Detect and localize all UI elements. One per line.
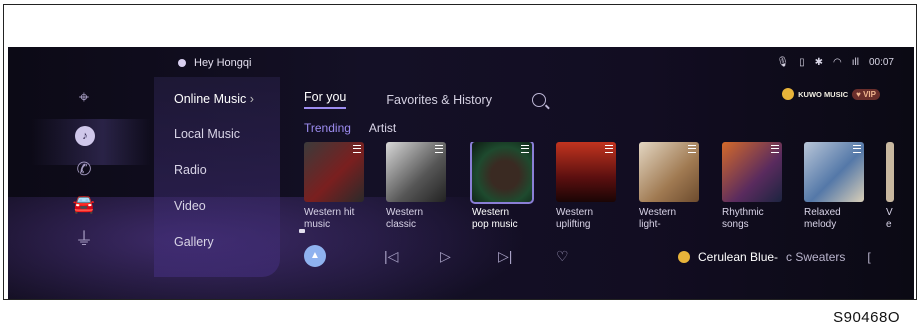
playlist-cover xyxy=(556,142,616,202)
playlist-title: Western hit music xyxy=(304,207,355,230)
menu-icon xyxy=(435,145,443,153)
figure-caption: S90468O xyxy=(833,309,900,326)
previous-icon[interactable]: |◁ xyxy=(384,248,398,265)
now-playing[interactable]: Cerulean Blue- c Sweaters [ xyxy=(678,250,871,264)
nav-item-online-music[interactable]: Online Music › xyxy=(174,92,254,106)
menu-icon xyxy=(521,145,529,153)
nav-item-gallery[interactable]: Gallery xyxy=(174,235,214,249)
playlist-card[interactable]: Ve xyxy=(886,142,914,231)
sub-tabs: Trending Artist xyxy=(304,121,396,135)
playlist-card[interactable]: Western light- xyxy=(639,142,701,231)
playlist-cover xyxy=(804,142,864,202)
playlist-card[interactable]: Rhythmic songs xyxy=(722,142,784,231)
play-icon[interactable]: ▷ xyxy=(440,248,451,265)
page-indicator xyxy=(299,229,305,233)
next-icon[interactable]: ▷| xyxy=(498,248,512,265)
left-rail: ⌖ ♪ ✆ 🚘 ⏚ xyxy=(8,47,153,299)
kuwo-brand[interactable]: KUWO MUSIC ♥ VIP xyxy=(782,88,880,100)
playlist-cover xyxy=(886,142,894,202)
playback-controls: ▲ |◁ ▷ ▷| ♡ Cerulean Blue- c Sweaters [ xyxy=(304,243,904,273)
playlist-title: Western uplifting xyxy=(556,207,594,230)
search-icon[interactable] xyxy=(531,92,546,107)
playlist-card[interactable]: Western pop music xyxy=(470,142,534,231)
playlist-card[interactable]: Western uplifting xyxy=(556,142,618,231)
main-tabs: For you Favorites & History xyxy=(304,90,546,109)
playlist-title: Relaxed melody xyxy=(804,207,841,230)
kuwo-logo-icon xyxy=(782,88,795,100)
clock: 00:07 xyxy=(868,57,894,68)
bluetooth-icon: ✱ xyxy=(814,57,823,68)
infotainment-screen: ⌖ ♪ ✆ 🚘 ⏚ Online Music › Local Music Rad… xyxy=(8,47,914,299)
voice-assistant-label[interactable]: Hey Hongqi xyxy=(178,57,251,69)
battery-icon: ▯ xyxy=(799,57,805,68)
status-bar: 🎙 ▯ ✱ ◠ ıll 00:07 xyxy=(776,57,894,68)
playlist-title: Western classic xyxy=(386,207,424,230)
kuwo-label: KUWO MUSIC xyxy=(798,89,849,99)
playlist-cover xyxy=(639,142,699,202)
phone-icon[interactable]: ✆ xyxy=(72,157,96,181)
microphone-icon: 🎙 xyxy=(776,57,790,68)
playlist-carousel: Western hit music Western classic Western p… xyxy=(304,142,914,242)
nav-panel xyxy=(154,77,280,277)
music-icon[interactable]: ♪ xyxy=(75,126,95,146)
charging-icon[interactable]: ⏚ xyxy=(72,227,96,251)
menu-icon xyxy=(853,145,861,153)
playlist-card[interactable]: Relaxed melody xyxy=(804,142,866,231)
subtab-trending[interactable]: Trending xyxy=(304,121,351,135)
playlist-cover xyxy=(304,142,364,202)
playlist-cover xyxy=(722,142,782,202)
tab-favorites-history[interactable]: Favorites & History xyxy=(386,93,492,107)
playlist-title: Western light- xyxy=(639,207,677,230)
nav-item-video[interactable]: Video xyxy=(174,199,206,213)
wifi-icon: ◠ xyxy=(833,57,842,68)
voice-assistant-button[interactable]: ▲ xyxy=(304,245,326,267)
playlist-cover xyxy=(386,142,446,202)
now-playing-next: [ xyxy=(867,250,871,264)
now-playing-artist: c Sweaters xyxy=(786,250,846,264)
navigation-icon[interactable]: ⌖ xyxy=(72,85,96,109)
media-nav: Online Music › Local Music Radio Video G… xyxy=(154,47,280,299)
playlist-title: Ve xyxy=(886,207,893,230)
assistant-logo-icon xyxy=(178,59,186,67)
playlist-card[interactable]: Western classic xyxy=(386,142,448,231)
playlist-cover xyxy=(470,142,534,204)
nav-item-radio[interactable]: Radio xyxy=(174,163,207,177)
subtab-artist[interactable]: Artist xyxy=(369,121,396,135)
menu-icon xyxy=(605,145,613,153)
favorite-heart-icon[interactable]: ♡ xyxy=(556,248,569,265)
playlist-card[interactable]: Western hit music xyxy=(304,142,366,231)
now-playing-title: Cerulean Blue- xyxy=(698,250,779,264)
playlist-title: Rhythmic songs xyxy=(722,207,764,230)
now-playing-logo-icon xyxy=(678,251,690,263)
playlist-title: Western pop music xyxy=(472,207,518,230)
car-icon[interactable]: 🚘 xyxy=(72,192,96,216)
menu-icon xyxy=(353,145,361,153)
tab-for-you[interactable]: For you xyxy=(304,90,347,109)
assistant-text: Hey Hongqi xyxy=(194,57,252,69)
menu-icon xyxy=(688,145,696,153)
nav-item-local-music[interactable]: Local Music xyxy=(174,127,240,141)
vip-badge[interactable]: ♥ VIP xyxy=(852,88,880,100)
menu-icon xyxy=(771,145,779,153)
signal-icon: ıll xyxy=(851,57,859,68)
